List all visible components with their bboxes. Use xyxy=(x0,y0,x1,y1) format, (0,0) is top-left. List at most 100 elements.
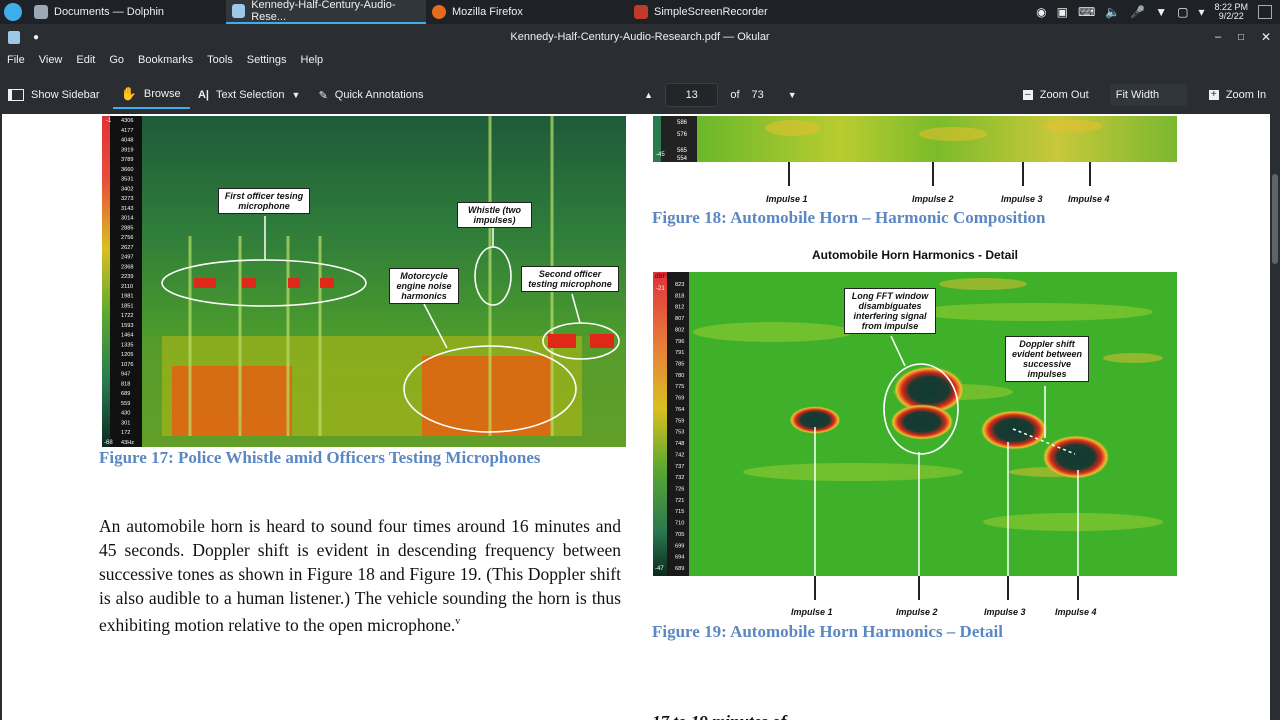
fig18-tick: 586 xyxy=(677,120,688,126)
camera-icon[interactable]: ◉ xyxy=(1036,5,1046,19)
scale-tick-label: 753 xyxy=(675,430,684,436)
menu-tools[interactable]: Tools xyxy=(200,54,240,66)
fig17-scale-top: -1 xyxy=(106,118,112,124)
scale-tick-label: 807 xyxy=(675,316,684,322)
text-selection-button[interactable]: A| Text Selection ▼ xyxy=(190,81,311,109)
browse-label: Browse xyxy=(143,88,181,100)
fig19-label-fft: Long FFT window disambiguates interferin… xyxy=(844,288,936,334)
main-toolbar: Show Sidebar ✋ Browse A| Text Selection … xyxy=(0,80,1280,110)
maximize-icon[interactable]: □ xyxy=(1238,32,1244,43)
figure-18-image: -45 586 576 565 554 xyxy=(653,116,1177,162)
scale-tick-label: 732 xyxy=(675,475,684,481)
taskbar: Documents — Dolphin Kennedy-Half-Century… xyxy=(0,0,1280,24)
previous-page-icon[interactable]: ▲ xyxy=(644,90,653,100)
volume-icon[interactable]: 🔈 xyxy=(1105,5,1120,19)
window-titlebar[interactable]: ● Kennedy-Half-Century-Audio-Research.pd… xyxy=(0,24,1280,50)
fig17-label-first-officer: First officer tesing microphone xyxy=(218,188,310,214)
task-label: Mozilla Firefox xyxy=(452,6,523,18)
fig19-leader xyxy=(918,576,920,600)
menu-settings[interactable]: Settings xyxy=(240,54,294,66)
app-launcher-icon[interactable] xyxy=(4,3,22,21)
scale-tick-label: 726 xyxy=(675,486,684,492)
zoom-in-icon: + xyxy=(1208,90,1219,100)
task-firefox[interactable]: Mozilla Firefox xyxy=(426,0,628,24)
task-label: Documents — Dolphin xyxy=(54,6,165,18)
scale-tick-label: 1722 xyxy=(121,313,133,319)
fig17-label-whistle: Whistle (two impulses) xyxy=(457,202,532,228)
task-simplescreenrecorder[interactable]: SimpleScreenRecorder xyxy=(628,0,824,24)
fig18-impulse-4: Impulse 4 xyxy=(1068,194,1110,204)
scale-tick-label: 3789 xyxy=(121,157,133,163)
scale-tick-label: 2368 xyxy=(121,264,133,270)
scale-tick-label: 301 xyxy=(121,420,130,426)
fig19-label-doppler: Doppler shift evident between successive… xyxy=(1005,336,1089,382)
paragraph-text: An automobile horn is heard to sound fou… xyxy=(99,516,621,635)
scale-tick-label: 1851 xyxy=(121,303,133,309)
scrollbar-thumb[interactable] xyxy=(1272,174,1278,264)
scale-tick-label: 699 xyxy=(675,543,684,549)
tray-expand-icon[interactable]: ▾ xyxy=(1198,5,1204,19)
footnote-mark: v xyxy=(455,616,461,627)
zoom-out-button[interactable]: – Zoom Out xyxy=(1015,81,1106,109)
fig18-tick: 554 xyxy=(677,156,688,162)
menu-edit[interactable]: Edit xyxy=(69,54,102,66)
scale-tick-label: 3919 xyxy=(121,147,133,153)
minimize-icon[interactable]: – xyxy=(1215,31,1221,43)
next-page-icon[interactable]: ▼ xyxy=(788,90,797,100)
fig18-impulse-1: Impulse 1 xyxy=(766,194,808,204)
task-label: Kennedy-Half-Century-Audio-Rese... xyxy=(251,0,396,23)
network-icon[interactable]: ▼ xyxy=(1155,5,1167,19)
vertical-scrollbar[interactable] xyxy=(1270,114,1280,720)
scale-tick-label: 172 xyxy=(121,430,130,436)
scale-tick-label: 818 xyxy=(121,381,130,387)
scale-tick-label: 559 xyxy=(121,401,130,407)
clipboard-icon[interactable]: ▣ xyxy=(1057,5,1068,19)
scale-tick-label: 1981 xyxy=(121,294,133,300)
folder-icon xyxy=(34,5,48,19)
scale-tick-label: 4306 xyxy=(121,118,133,124)
show-sidebar-label: Show Sidebar xyxy=(31,89,100,101)
fig18-scale-side: -45 xyxy=(656,152,665,158)
figure-19-spectrogram: dBFS -21 -47 823 818 812 807 802 796 791 785 780… xyxy=(653,272,1177,576)
menu-file[interactable]: File xyxy=(0,54,32,66)
figure-19-caption: Figure 19: Automobile Horn Harmonics – D… xyxy=(652,622,1003,641)
fig18-leader xyxy=(1089,162,1091,186)
show-sidebar-button[interactable]: Show Sidebar xyxy=(0,81,113,109)
task-okular[interactable]: Kennedy-Half-Century-Audio-Rese... xyxy=(226,0,426,24)
menu-help[interactable]: Help xyxy=(294,54,331,66)
fig19-scale-unit: dBFS xyxy=(655,274,670,280)
page-number-input[interactable]: 13 xyxy=(665,83,719,107)
figure-17-spectrogram: -1 -68 4306 4177 4048 3919 3789 3660 3531 3402 3… xyxy=(102,116,626,447)
menu-bookmarks[interactable]: Bookmarks xyxy=(131,54,200,66)
menu-go[interactable]: Go xyxy=(102,54,131,66)
scale-tick-label: 3660 xyxy=(121,167,133,173)
display-icon[interactable]: ▢ xyxy=(1177,5,1188,19)
fig19-impulse-2: Impulse 2 xyxy=(896,607,938,617)
fig19-impulse-3: Impulse 3 xyxy=(984,607,1026,617)
zoom-mode-select[interactable]: Fit Width xyxy=(1109,84,1187,106)
clock[interactable]: 8:22 PM 9/2/22 xyxy=(1214,3,1248,21)
close-icon[interactable]: ✕ xyxy=(1261,30,1271,44)
show-desktop-icon[interactable] xyxy=(1258,5,1272,19)
scale-tick-label: 791 xyxy=(675,350,684,356)
clock-date: 9/2/22 xyxy=(1218,11,1244,21)
chevron-down-icon: ▼ xyxy=(291,90,301,100)
zoom-in-button[interactable]: + Zoom In xyxy=(1201,81,1280,109)
scale-tick-label: 775 xyxy=(675,384,684,390)
fig18-leader xyxy=(932,162,934,186)
browse-button[interactable]: ✋ Browse xyxy=(112,81,190,109)
zoom-out-label: Zoom Out xyxy=(1039,89,1089,101)
microphone-icon[interactable]: 🎤 xyxy=(1130,5,1145,19)
quick-annotations-button[interactable]: ✎ Quick Annotations xyxy=(311,81,440,109)
keyboard-icon[interactable]: ⌨ xyxy=(1078,5,1095,19)
task-label: SimpleScreenRecorder xyxy=(654,6,768,18)
scale-tick-label: 764 xyxy=(675,407,684,413)
document-viewer[interactable]: -1 -68 4306 4177 4048 3919 3789 3660 3531 3402 3… xyxy=(0,114,1280,720)
task-dolphin[interactable]: Documents — Dolphin xyxy=(28,0,226,24)
text-selection-label: Text Selection xyxy=(215,89,285,101)
firefox-icon xyxy=(432,5,446,19)
scale-tick-label: 3014 xyxy=(121,216,133,222)
scale-tick-label: 759 xyxy=(675,418,684,424)
menu-view[interactable]: View xyxy=(32,54,70,66)
fig17-label-motorcycle: Motorcycle engine noise harmonics xyxy=(389,268,459,304)
